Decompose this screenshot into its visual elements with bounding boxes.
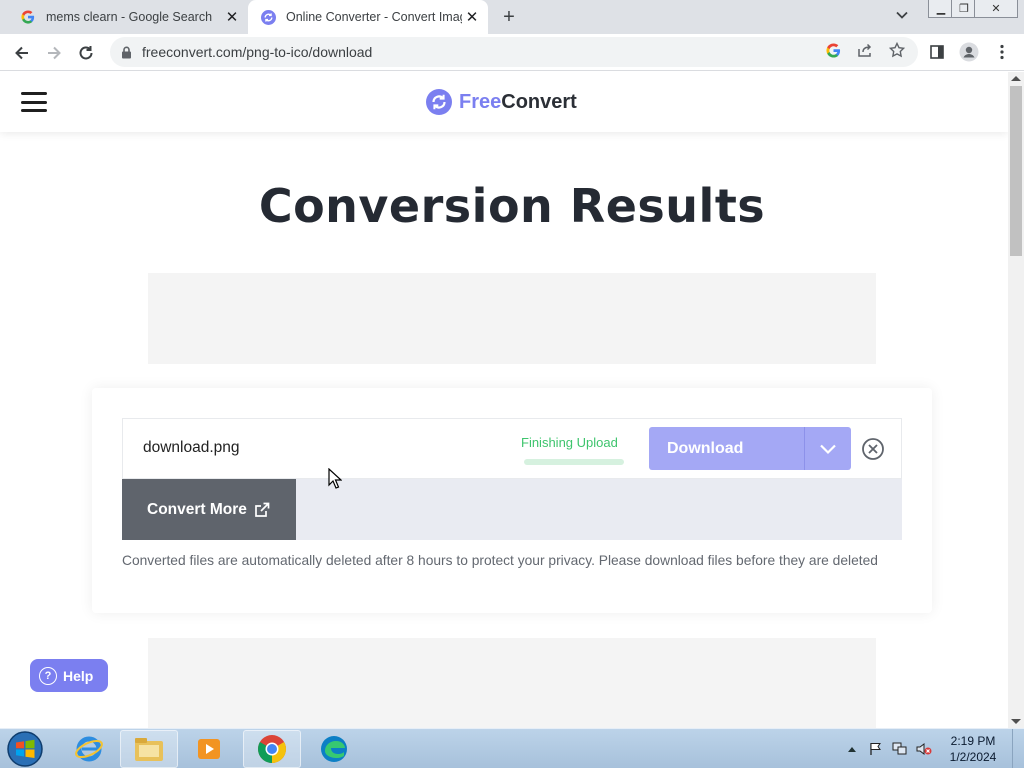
scroll-down-arrow-icon[interactable]	[1011, 719, 1021, 724]
close-window-icon[interactable]: ✕	[974, 0, 1018, 18]
action-row: Convert More	[122, 479, 902, 540]
external-link-icon	[255, 502, 270, 517]
share-icon[interactable]	[856, 41, 874, 59]
file-explorer-icon[interactable]	[120, 730, 178, 768]
system-clock[interactable]: 2:19 PM 1/2/2024	[940, 733, 1006, 765]
remove-file-icon[interactable]	[861, 437, 885, 461]
file-row: download.png Finishing Upload Download	[122, 418, 902, 479]
system-tray	[842, 729, 938, 768]
windows-taskbar: 2:19 PM 1/2/2024	[0, 728, 1024, 768]
freeconvert-logo[interactable]: Free Convert	[426, 88, 577, 116]
profile-avatar-icon[interactable]	[958, 41, 980, 63]
tab-search-chevron-icon[interactable]	[895, 8, 915, 26]
logo-text-free: Free	[459, 90, 502, 113]
close-tab-icon[interactable]: ✕	[462, 7, 482, 27]
freeconvert-icon	[260, 9, 276, 25]
browser-toolbar: freeconvert.com/png-to-ico/download	[0, 34, 1024, 71]
page-viewport: Free Convert Conversion Results download.…	[0, 72, 1008, 728]
show-hidden-icons-arrow-icon[interactable]	[842, 741, 862, 757]
download-button[interactable]: Download	[649, 427, 851, 470]
upload-progress-bar	[524, 459, 624, 465]
hamburger-menu-icon[interactable]	[21, 92, 47, 112]
help-button[interactable]: ? Help	[30, 659, 108, 692]
help-label: Help	[63, 667, 94, 684]
chrome-icon[interactable]	[243, 730, 301, 768]
download-options-chevron-icon[interactable]	[805, 427, 851, 470]
convert-more-label: Convert More	[147, 500, 247, 518]
scrollbar-thumb[interactable]	[1010, 86, 1022, 256]
side-panel-icon[interactable]	[926, 41, 948, 63]
edge-icon[interactable]	[305, 730, 363, 768]
internet-explorer-icon[interactable]	[60, 730, 118, 768]
back-arrow-icon[interactable]	[9, 40, 35, 66]
download-button-label: Download	[667, 439, 744, 457]
windows-start-icon[interactable]	[6, 730, 44, 768]
forward-arrow-icon[interactable]	[41, 40, 67, 66]
ad-banner-bottom	[148, 638, 876, 728]
google-g-icon	[20, 9, 36, 25]
upload-status: Finishing Upload	[521, 435, 618, 450]
clock-date: 1/2/2024	[949, 750, 997, 764]
action-center-flag-icon[interactable]	[866, 741, 886, 757]
help-question-icon: ?	[39, 666, 57, 685]
close-tab-icon[interactable]: ✕	[222, 7, 242, 27]
tab-freeconvert[interactable]: Online Converter - Convert Imag ✕	[248, 0, 488, 34]
reload-icon[interactable]	[73, 40, 99, 66]
tab-title: Online Converter - Convert Imag	[286, 10, 462, 24]
new-tab-plus-icon[interactable]: +	[498, 6, 520, 28]
file-name: download.png	[143, 439, 240, 456]
tab-title: mems clearn - Google Search	[46, 10, 213, 24]
browser-tab-strip: mems clearn - Google Search ✕ Online Con…	[0, 0, 1024, 34]
upload-progress-fill	[524, 459, 624, 465]
address-bar[interactable]: freeconvert.com/png-to-ico/download	[110, 37, 918, 67]
lock-icon[interactable]	[120, 45, 132, 59]
conversion-result-card: download.png Finishing Upload Download C…	[92, 388, 932, 613]
clock-time: 2:19 PM	[950, 734, 996, 748]
freeconvert-logo-icon	[426, 89, 452, 115]
bookmark-star-icon[interactable]	[888, 41, 906, 59]
privacy-note: Converted files are automatically delete…	[122, 553, 878, 568]
url-text: freeconvert.com/png-to-ico/download	[142, 44, 373, 60]
page-title: Conversion Results	[258, 179, 766, 233]
volume-muted-icon[interactable]	[914, 741, 934, 757]
ad-banner-top	[148, 273, 876, 364]
scroll-up-arrow-icon[interactable]	[1011, 76, 1021, 81]
mouse-cursor-icon	[328, 468, 342, 489]
tab-google-search[interactable]: mems clearn - Google Search ✕	[8, 0, 248, 34]
google-translate-icon[interactable]	[824, 41, 842, 59]
page-scrollbar[interactable]	[1008, 72, 1024, 728]
logo-text-convert: Convert	[501, 90, 577, 113]
show-desktop-button[interactable]	[1012, 729, 1024, 768]
site-header: Free Convert	[0, 72, 1008, 132]
network-icon[interactable]	[890, 741, 910, 757]
media-player-icon[interactable]	[180, 730, 238, 768]
kebab-menu-icon[interactable]	[991, 41, 1013, 63]
convert-more-button[interactable]: Convert More	[122, 479, 296, 540]
